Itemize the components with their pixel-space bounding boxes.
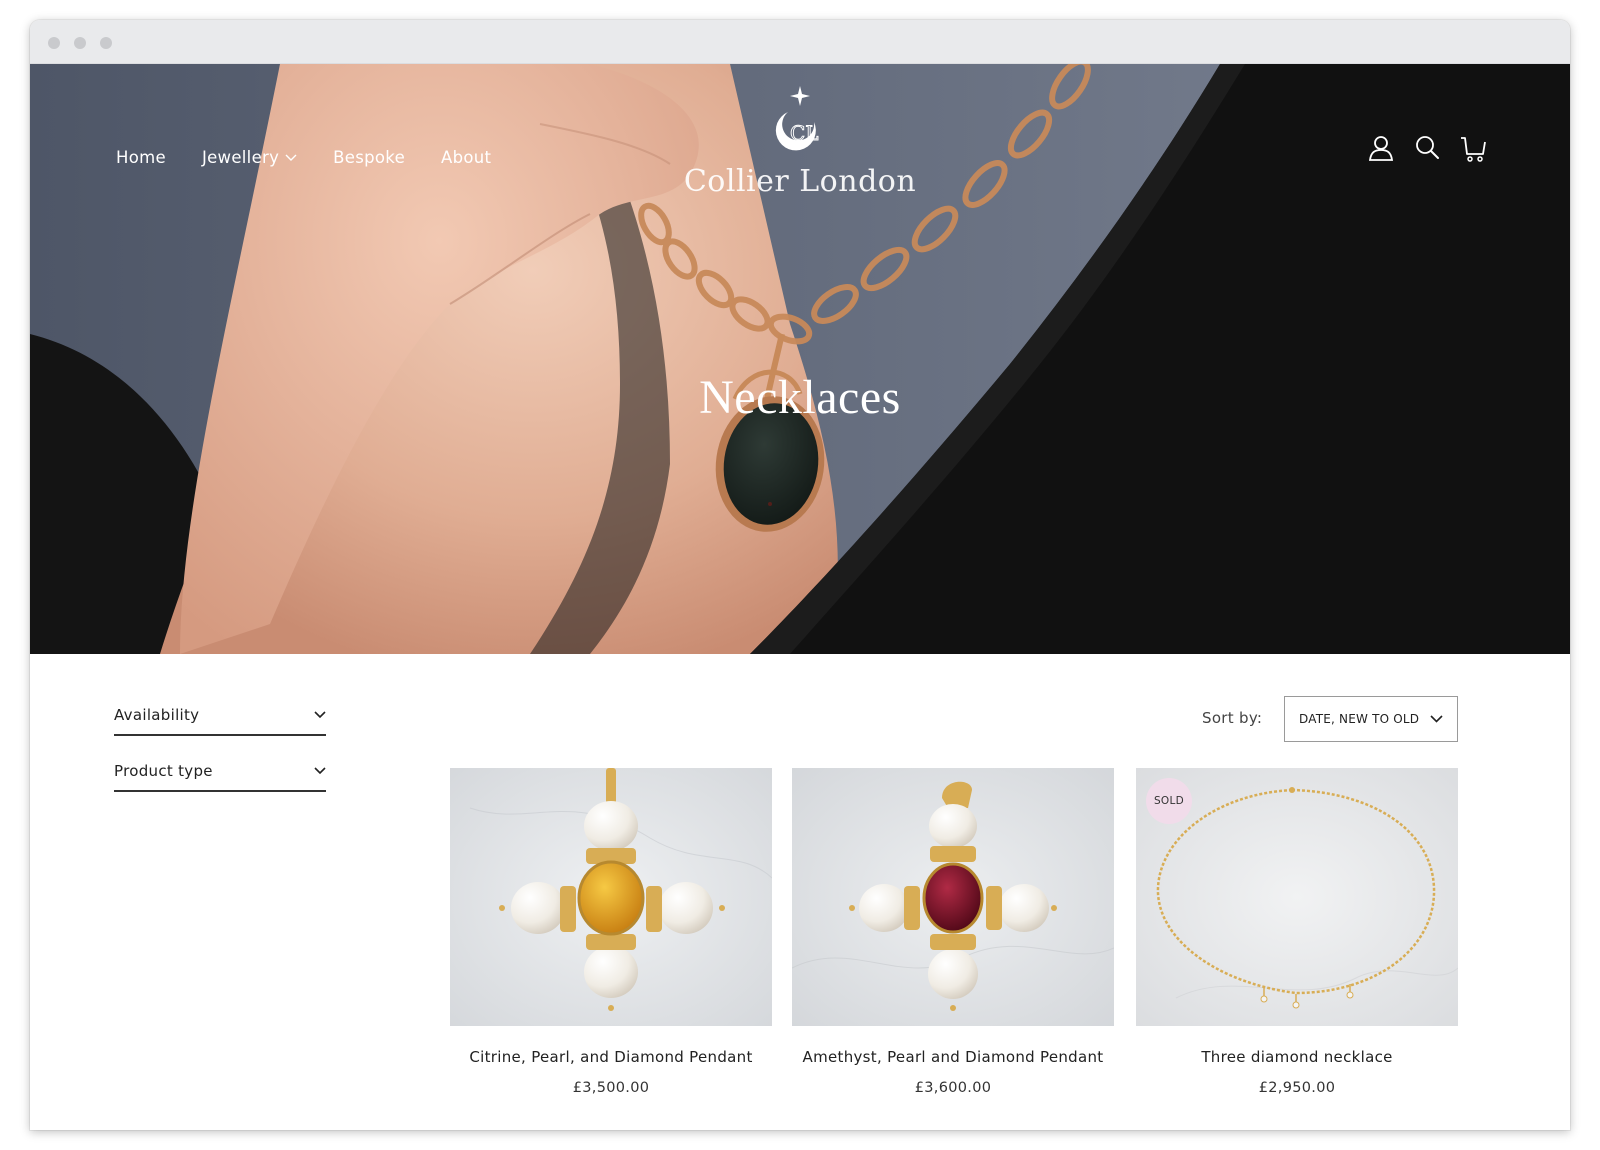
sort-value: DATE, NEW TO OLD xyxy=(1299,712,1420,726)
product-price: £3,500.00 xyxy=(572,1080,650,1096)
product-card[interactable]: Citrine, Pearl, and Diamond Pendant £3,5… xyxy=(450,768,772,1096)
product-price: £2,950.00 xyxy=(1258,1080,1336,1096)
nav-bespoke[interactable]: Bespoke xyxy=(333,148,405,167)
browser-window: Home Jewellery Bespoke About CL Collier … xyxy=(30,20,1570,1130)
crescent-monogram-icon: CL xyxy=(775,86,819,151)
cross-pendant-image xyxy=(792,768,1114,1026)
brand-logo[interactable]: CL Collier London xyxy=(660,82,940,199)
chevron-down-icon xyxy=(1430,715,1443,723)
sort-select[interactable]: DATE, NEW TO OLD xyxy=(1284,696,1458,742)
browser-titlebar xyxy=(30,20,1570,64)
nav-about-label: About xyxy=(441,148,492,167)
filter-product-type-label: Product type xyxy=(114,762,213,780)
product-name[interactable]: Citrine, Pearl, and Diamond Pendant xyxy=(450,1048,772,1066)
nav-jewellery[interactable]: Jewellery xyxy=(202,148,297,167)
chevron-down-icon xyxy=(285,154,297,161)
brand-name: Collier London xyxy=(683,164,917,199)
cart-icon[interactable] xyxy=(1460,134,1486,162)
header-actions xyxy=(1368,134,1486,162)
product-image[interactable] xyxy=(792,768,1114,1026)
product-price: £3,600.00 xyxy=(914,1080,992,1096)
product-card[interactable]: Amethyst, Pearl and Diamond Pendant £3,6… xyxy=(792,768,1114,1096)
sold-badge: SOLD xyxy=(1146,778,1192,824)
chevron-down-icon xyxy=(314,711,326,719)
nav-bespoke-label: Bespoke xyxy=(333,148,406,167)
nav-home[interactable]: Home xyxy=(116,148,166,167)
nav-home-label: Home xyxy=(116,148,166,167)
product-name[interactable]: Three diamond necklace xyxy=(1136,1048,1458,1066)
page-title: Necklaces xyxy=(699,371,901,424)
nav-about[interactable]: About xyxy=(441,148,491,167)
product-image[interactable] xyxy=(450,768,772,1026)
window-close-dot[interactable] xyxy=(48,37,60,49)
search-icon[interactable] xyxy=(1414,134,1440,162)
svg-text:CL: CL xyxy=(790,121,819,145)
collection-content: Availability Product type Sort by: DATE,… xyxy=(30,654,1570,1130)
cross-pendant-image xyxy=(450,768,772,1026)
filter-product-type[interactable]: Product type xyxy=(114,752,326,792)
window-maximize-dot[interactable] xyxy=(100,37,112,49)
window-minimize-dot[interactable] xyxy=(74,37,86,49)
product-image[interactable]: SOLD xyxy=(1136,768,1458,1026)
product-name[interactable]: Amethyst, Pearl and Diamond Pendant xyxy=(792,1048,1114,1066)
filter-availability[interactable]: Availability xyxy=(114,696,326,736)
main-nav: Home Jewellery Bespoke About xyxy=(116,148,491,167)
chevron-down-icon xyxy=(314,767,326,775)
nav-jewellery-label: Jewellery xyxy=(201,148,280,167)
filter-availability-label: Availability xyxy=(114,706,200,724)
account-icon[interactable] xyxy=(1368,134,1394,162)
sort-label: Sort by: xyxy=(1202,709,1263,727)
hero-banner: Home Jewellery Bespoke About CL Collier … xyxy=(30,64,1570,654)
product-card[interactable]: SOLD Three diamond necklace £2,950.00 xyxy=(1136,768,1458,1096)
